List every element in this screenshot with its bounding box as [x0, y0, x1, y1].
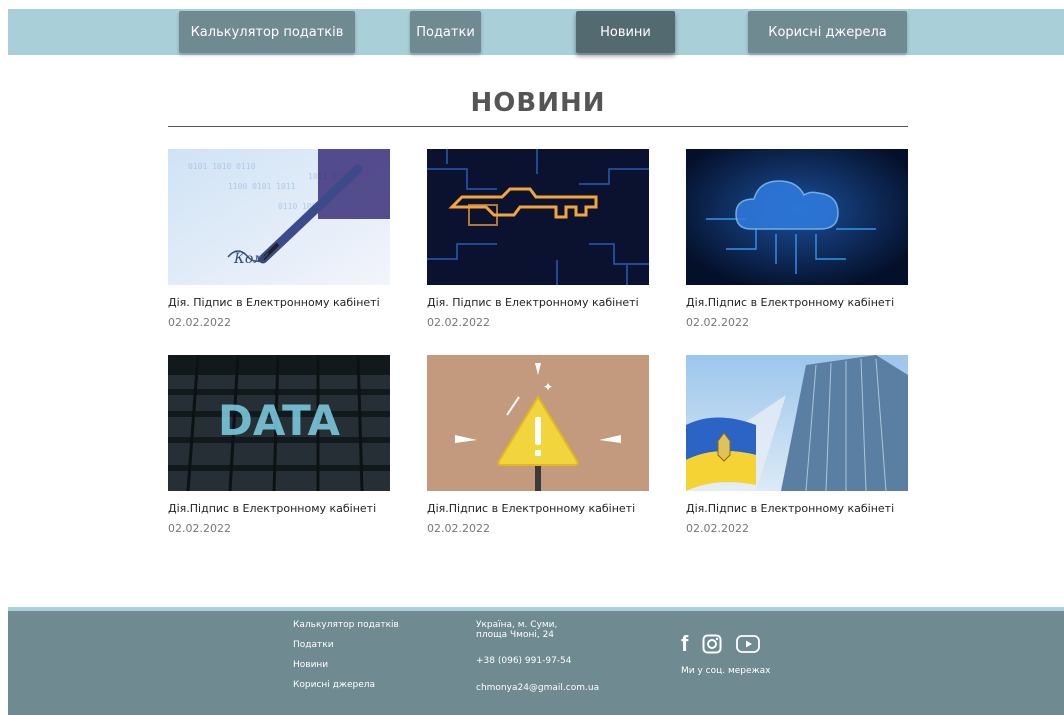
news-date: 02.02.2022 [686, 316, 749, 329]
footer-address-line2: площа Чмоні, 24 [476, 630, 555, 640]
youtube-icon[interactable] [736, 635, 761, 653]
news-headline[interactable]: Дія.Підпис в Електронному кабінеті [168, 502, 390, 515]
data-word-text: DATA [218, 396, 340, 445]
news-date: 02.02.2022 [168, 522, 231, 535]
social-label: Ми у соц. мережах [681, 666, 771, 676]
footer-link-tax-calculator[interactable]: Калькулятор податків [293, 620, 399, 630]
instagram-icon[interactable] [702, 634, 722, 654]
news-date: 02.02.2022 [427, 316, 490, 329]
news-card[interactable]: Дія.Підпис в Електронному кабінеті 02.02… [686, 355, 908, 535]
news-date: 02.02.2022 [427, 522, 490, 535]
nav-taxes-button[interactable]: Податки [410, 11, 481, 53]
nav-news-button[interactable]: Новини [576, 11, 675, 53]
pen-scribble-text: Ком [233, 251, 265, 267]
sparkle-icon: ✦ [543, 380, 553, 394]
nav-tax-calculator-button[interactable]: Калькулятор податків [179, 11, 355, 53]
news-headline[interactable]: Дія.Підпис в Електронному кабінеті [427, 502, 649, 515]
facebook-icon[interactable]: f [681, 633, 688, 655]
footer-address-line1: Україна, м. Суми, [476, 620, 558, 630]
social-icons: f [681, 633, 761, 655]
title-divider [168, 126, 908, 127]
nav-useful-sources-button[interactable]: Корисні джерела [748, 11, 907, 53]
news-headline[interactable]: Дія. Підпис в Електронному кабінеті [168, 296, 390, 309]
page-title: НОВИНИ [470, 88, 606, 118]
news-date: 02.02.2022 [168, 316, 231, 329]
top-nav-bar: Калькулятор податків Податки Новини Кори… [8, 9, 1064, 55]
footer-link-useful-sources[interactable]: Корисні джерела [293, 680, 399, 690]
news-headline[interactable]: Дія. Підпис в Електронному кабінеті [427, 296, 649, 309]
news-headline[interactable]: Дія.Підпис в Електронному кабінеті [686, 502, 908, 515]
svg-text:0101 1010 0110: 0101 1010 0110 [188, 162, 256, 171]
news-card[interactable]: 0101 1010 0110 1100 0101 1011 0110 1001 … [168, 149, 390, 329]
footer-link-news[interactable]: Новини [293, 660, 399, 670]
news-card[interactable]: ✦ Дія.Підпис в Електронному кабінеті 02.… [427, 355, 649, 535]
news-card[interactable]: Дія. Підпис в Електронному кабінеті 02.0… [427, 149, 649, 329]
svg-text:1100 0101 1011: 1100 0101 1011 [228, 182, 296, 191]
news-headline[interactable]: Дія.Підпис в Електронному кабінеті [686, 296, 908, 309]
news-image-ukraine-flag-building[interactable] [686, 355, 908, 491]
news-date: 02.02.2022 [686, 522, 749, 535]
footer-link-taxes[interactable]: Податки [293, 640, 399, 650]
footer-email[interactable]: chmonya24@gmail.com.ua [476, 683, 599, 693]
news-card[interactable]: DATA Дія.Підпис в Електронному кабінеті … [168, 355, 390, 535]
footer-phone: +38 (096) 991-97-54 [476, 656, 572, 666]
news-image-warning-sign[interactable]: ✦ [427, 355, 649, 491]
news-image-circuit-key[interactable] [427, 149, 649, 285]
news-image-pen-signature[interactable]: 0101 1010 0110 1100 0101 1011 0110 1001 … [168, 149, 390, 285]
news-card[interactable]: Дія.Підпис в Електронному кабінеті 02.02… [686, 149, 908, 329]
news-image-cloud-circuit[interactable] [686, 149, 908, 285]
footer-contacts: Україна, м. Суми, площа Чмоні, 24 +38 (0… [476, 620, 599, 693]
news-image-data-keyboard[interactable]: DATA [168, 355, 390, 491]
footer-links: Калькулятор податків Податки Новини Кори… [293, 620, 399, 700]
